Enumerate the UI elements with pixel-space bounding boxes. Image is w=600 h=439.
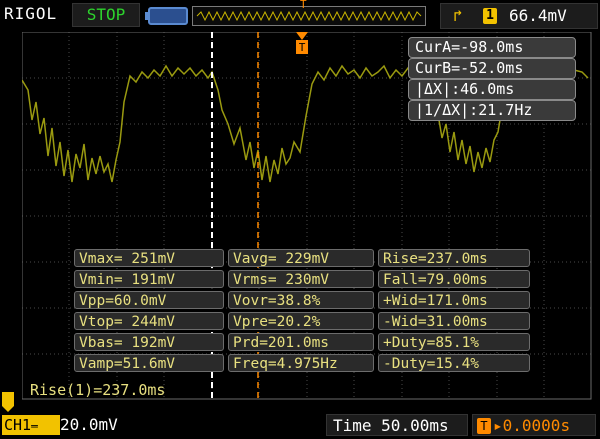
overview-wave-line xyxy=(196,10,422,22)
meas-neg-duty: -Duty=15.4% xyxy=(378,354,530,372)
top-status-bar: RIGOL STOP T ↱ 1 66.4mV xyxy=(0,0,600,30)
meas-pos-width: +Wid=171.0ms xyxy=(378,291,530,309)
memory-depth-icon xyxy=(145,7,188,25)
memory-overview-wave xyxy=(196,10,422,22)
cursor-b-readout: CurB=-52.0ms xyxy=(408,58,576,79)
ch1-ground-marker[interactable] xyxy=(2,392,14,412)
meas-vmin: Vmin= 191mV xyxy=(74,270,224,288)
trigger-channel-badge: 1 xyxy=(483,8,497,24)
cursor-a-readout: CurA=-98.0ms xyxy=(408,37,576,58)
meas-fall: Fall=79.00ms xyxy=(378,270,530,288)
meas-frequency: Freq=4.975Hz xyxy=(228,354,374,372)
meas-rise: Rise=237.0ms xyxy=(378,249,530,267)
meas-vmax: Vmax= 251mV xyxy=(74,249,224,267)
meas-vamp: Vamp=51.6mV xyxy=(74,354,224,372)
trigger-position-marker: T xyxy=(296,32,308,54)
brand-logo: RIGOL xyxy=(4,4,58,23)
meas-period: Prd=201.0ms xyxy=(228,333,374,351)
meas-vovr: Vovr=38.8% xyxy=(228,291,374,309)
trigger-panel[interactable]: ↱ 1 66.4mV xyxy=(440,3,598,29)
meas-vpre: Vpre=20.2% xyxy=(228,312,374,330)
delta-x-readout: |ΔX|:46.0ms xyxy=(408,79,576,100)
timebase-label: Time xyxy=(333,416,372,435)
trigger-offset-panel[interactable]: T ▸0.0000s xyxy=(472,414,596,436)
trigger-marker-label: T xyxy=(299,41,306,54)
overview-trigger-marker: T xyxy=(300,0,307,11)
meas-vpp: Vpp=60.0mV xyxy=(74,291,224,309)
meas-neg-width: -Wid=31.00ms xyxy=(378,312,530,330)
meas-vtop: Vtop= 244mV xyxy=(74,312,224,330)
offset-arrow-icon: ▸ xyxy=(493,416,503,435)
rise-measurement-readout: Rise(1)=237.0ms xyxy=(30,381,166,399)
dc-coupling-icon: ═ xyxy=(31,420,38,433)
trigger-offset-value: 0.0000s xyxy=(502,416,571,435)
bottom-status-bar: CH1═ 20.0mV Time 50.00ms T ▸0.0000s xyxy=(0,413,600,439)
meas-pos-duty: +Duty=85.1% xyxy=(378,333,530,351)
rising-edge-icon: ↱ xyxy=(453,6,463,25)
trigger-level: 66.4mV xyxy=(509,6,567,25)
meas-vbase: Vbas= 192mV xyxy=(74,333,224,351)
meas-vrms: Vrms= 230mV xyxy=(228,270,374,288)
meas-vavg: Vavg= 229mV xyxy=(228,249,374,267)
ch1-button[interactable]: CH1═ xyxy=(2,415,60,435)
timebase-panel[interactable]: Time 50.00ms xyxy=(326,414,468,436)
ch1-label: CH1 xyxy=(4,416,32,434)
measurement-table: Vmax= 251mV Vavg= 229mV Rise=237.0ms Vmi… xyxy=(74,249,534,373)
ch1-vertical-scale[interactable]: 20.0mV xyxy=(60,415,118,435)
run-stop-status[interactable]: STOP xyxy=(72,3,140,27)
trigger-offset-icon: T xyxy=(477,418,491,434)
waveform-memory-overview[interactable] xyxy=(192,6,426,26)
timebase-value: 50.00ms xyxy=(381,416,449,435)
inverse-delta-x-readout: |1/ΔX|:21.7Hz xyxy=(408,100,576,121)
